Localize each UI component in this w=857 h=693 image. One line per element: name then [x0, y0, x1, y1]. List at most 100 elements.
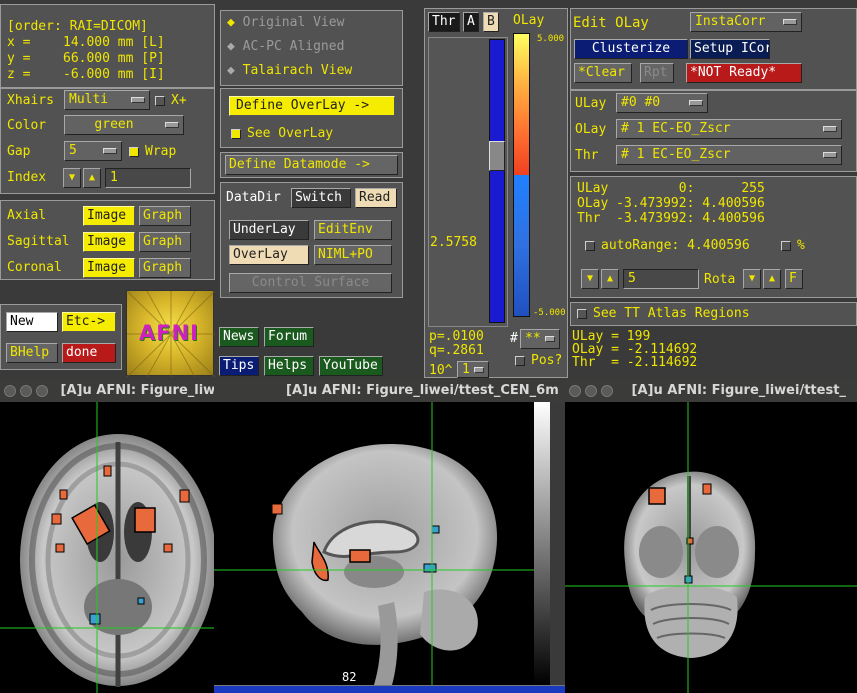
rota-up2-arrow-icon[interactable]: ▲ — [763, 269, 781, 289]
index-field[interactable]: 1 — [105, 168, 191, 188]
datamode-panel: Define Datamode -> — [220, 152, 403, 178]
rpt-button[interactable]: Rpt — [640, 63, 674, 83]
coronal-window-titlebar[interactable]: [A]u AFNI: Figure_liwei/ttest_ — [565, 380, 857, 402]
diamond-off-icon: ◆ — [227, 63, 235, 78]
bhelp-button[interactable]: BHelp — [6, 343, 58, 363]
overlay-button[interactable]: OverLay — [229, 245, 309, 265]
index-label: Index — [7, 170, 47, 185]
checkbox-icon — [577, 308, 587, 319]
chevron-down-icon — [783, 19, 797, 25]
sagittal-image[interactable] — [214, 402, 534, 685]
sagittal-image-button[interactable]: Image — [83, 232, 135, 252]
pos-toggle[interactable]: Pos? — [515, 353, 562, 369]
helps-button[interactable]: Helps — [264, 356, 314, 376]
thr-value: 2.5758 — [430, 235, 477, 250]
xhairs-value: Multi — [69, 92, 109, 107]
thr-slider-trough[interactable] — [489, 39, 505, 323]
color-menu[interactable]: green — [64, 115, 184, 135]
thr-b-button[interactable]: B — [483, 12, 499, 32]
axial-image-button[interactable]: Image — [83, 206, 135, 226]
minimize-icon[interactable] — [585, 384, 597, 397]
acpc-view-radio[interactable]: ◆ AC-PC Aligned — [227, 39, 344, 55]
olay-star-menu[interactable]: ** — [520, 329, 560, 349]
ulay-select-menu[interactable]: #0 #0 — [616, 93, 708, 113]
coronal-image-button[interactable]: Image — [83, 258, 135, 278]
original-view-radio[interactable]: ◆ Original View — [227, 15, 344, 31]
etc-button[interactable]: Etc-> — [62, 312, 116, 332]
index-up-arrow-icon[interactable]: ▲ — [83, 168, 101, 188]
range-line-thr: Thr -3.473992: 4.400596 — [577, 211, 765, 226]
read-button[interactable]: Read — [355, 188, 397, 208]
underlay-button[interactable]: UnderLay — [229, 220, 309, 240]
index-down-arrow-icon[interactable]: ▼ — [63, 168, 81, 188]
thr-exp-menu[interactable]: 1 — [457, 361, 489, 378]
axial-graph-button[interactable]: Graph — [139, 206, 191, 226]
thr-label: Thr — [428, 12, 460, 32]
percent-toggle[interactable]: % — [781, 238, 805, 254]
rota-down2-arrow-icon[interactable]: ▼ — [743, 269, 761, 289]
rota-up-arrow-icon[interactable]: ▲ — [601, 269, 619, 289]
datadir-label: DataDir — [226, 190, 281, 205]
control-surface-button[interactable]: Control Surface — [229, 273, 392, 293]
coronal-image[interactable] — [565, 402, 857, 693]
sagittal-graph-button[interactable]: Graph — [139, 232, 191, 252]
new-button[interactable]: New — [6, 312, 58, 332]
see-atlas-toggle[interactable]: See TT Atlas Regions — [577, 306, 750, 322]
not-ready-button[interactable]: *NOT Ready* — [686, 63, 802, 83]
value-thr: Thr = -2.114692 — [572, 355, 698, 370]
instacorr-menu[interactable]: InstaCorr — [690, 12, 802, 32]
setup-icorr-button[interactable]: Setup ICorr — [690, 39, 770, 59]
close-icon[interactable] — [4, 384, 16, 397]
axial-window-titlebar[interactable]: [A]u AFNI: Figure_liw — [0, 380, 214, 402]
see-overlay-toggle[interactable]: See OverLay — [231, 126, 333, 142]
minimize-icon[interactable] — [20, 384, 32, 397]
nimlpo-button[interactable]: NIML+PO — [314, 245, 392, 265]
define-overlay-button[interactable]: Define OverLay -> — [229, 96, 395, 116]
news-button[interactable]: News — [219, 327, 259, 347]
chevron-down-icon — [689, 100, 703, 106]
olay-colorbar[interactable] — [513, 33, 530, 317]
olay-select-label: OLay — [575, 122, 607, 137]
rota-field[interactable]: 5 — [623, 269, 699, 289]
coord-x-label: x = — [7, 35, 31, 50]
talairach-view-radio[interactable]: ◆ Talairach View — [227, 63, 352, 79]
done-button[interactable]: done — [62, 343, 116, 363]
checkbox-icon — [515, 355, 525, 366]
view-label-coronal: Coronal — [7, 260, 62, 275]
thr-select-menu[interactable]: # 1 EC-EO_Zscr — [616, 145, 842, 165]
axial-image[interactable] — [0, 402, 214, 693]
sagittal-window-titlebar[interactable]: [A]u AFNI: Figure_liwei/ttest_CEN_6m — [214, 380, 565, 402]
wrap-toggle[interactable]: Wrap — [129, 144, 176, 160]
f-button[interactable]: F — [785, 269, 803, 289]
view-mode-panel: ◆ Original View ◆ AC-PC Aligned ◆ Talair… — [220, 10, 403, 86]
gap-menu[interactable]: 5 — [64, 141, 122, 161]
gap-label: Gap — [7, 144, 31, 159]
clusterize-button[interactable]: Clusterize — [574, 39, 688, 59]
rota-down-arrow-icon[interactable]: ▼ — [581, 269, 599, 289]
maximize-icon[interactable] — [601, 384, 613, 397]
chevron-down-icon — [131, 97, 145, 103]
sagittal-grayscale-bar[interactable] — [534, 402, 550, 685]
define-datamode-button[interactable]: Define Datamode -> — [225, 155, 398, 175]
range-line-olay: OLay -3.473992: 4.400596 — [577, 196, 765, 211]
autorange-toggle[interactable]: autoRange: 4.400596 — [585, 238, 750, 254]
forum-button[interactable]: Forum — [264, 327, 314, 347]
xplus-toggle[interactable]: X+ — [155, 93, 187, 109]
clear-button[interactable]: *Clear — [574, 63, 632, 83]
xhairs-menu[interactable]: Multi — [64, 90, 150, 110]
chevron-down-icon — [545, 336, 555, 342]
thr-slider-thumb[interactable] — [489, 140, 505, 171]
thr-select-label: Thr — [575, 148, 599, 163]
youtube-button[interactable]: YouTube — [319, 356, 383, 376]
close-icon[interactable] — [569, 384, 581, 397]
coord-z-value: -6.000 mm [I] — [63, 67, 165, 82]
switch-button[interactable]: Switch — [291, 188, 351, 208]
sagittal-slider[interactable] — [214, 685, 565, 693]
afni-logo[interactable]: AFNI — [126, 290, 215, 377]
editenv-button[interactable]: EditEnv — [314, 220, 392, 240]
olay-select-menu[interactable]: # 1 EC-EO_Zscr — [616, 119, 842, 139]
thr-a-button[interactable]: A — [463, 12, 479, 32]
maximize-icon[interactable] — [36, 384, 48, 397]
coronal-graph-button[interactable]: Graph — [139, 258, 191, 278]
tips-button[interactable]: Tips — [219, 356, 259, 376]
